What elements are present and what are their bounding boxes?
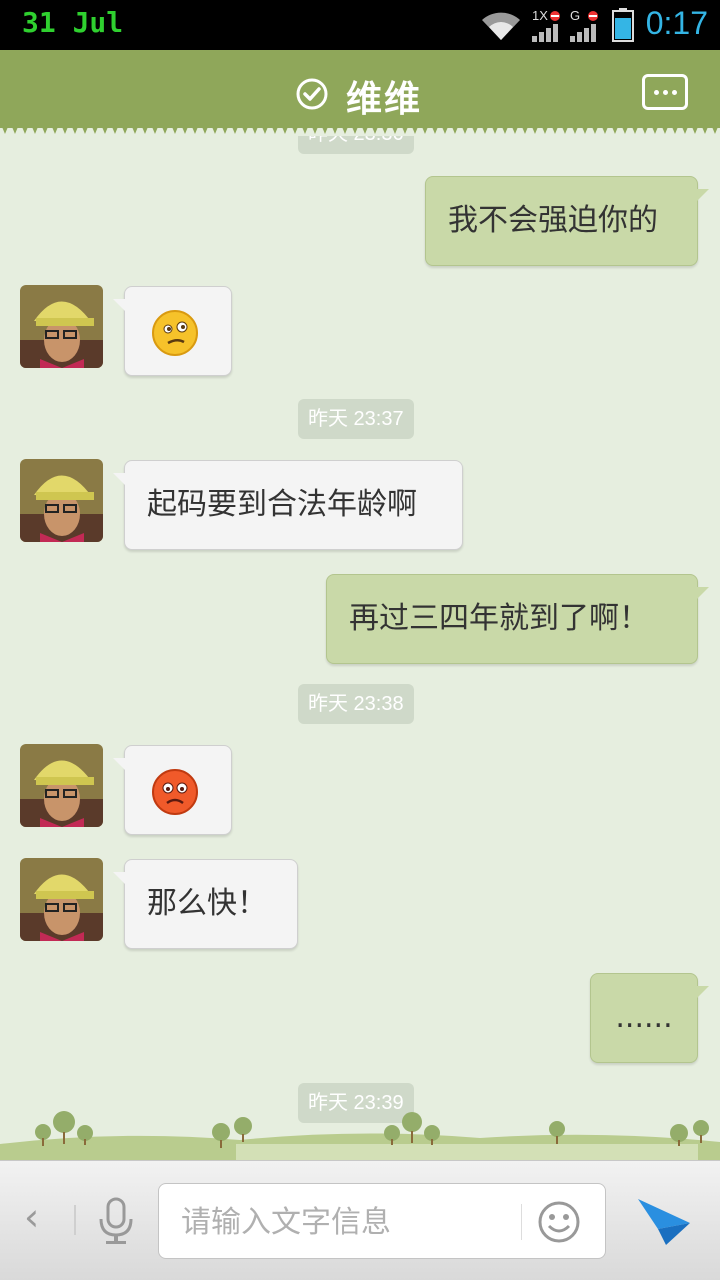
divider [521,1204,522,1240]
network-label-1x: 1X [532,8,548,23]
message-bubble-outgoing[interactable]: 我不会强迫你的 [425,176,709,266]
message-bubble-incoming[interactable] [113,286,232,376]
contact-avatar[interactable] [20,744,103,827]
wifi-icon [482,12,520,40]
signal-1x-icon [532,24,558,42]
divider [74,1205,76,1235]
header-zigzag-edge [0,122,720,134]
message-list[interactable]: 昨天 23:36 我不会强迫你的 昨天 23:37 起码要到合法年龄啊 再过三四… [0,136,720,1160]
contact-avatar[interactable] [20,459,103,542]
message-input-box[interactable] [158,1183,606,1259]
battery-icon [612,8,634,42]
back-chevron-icon[interactable]: ‹ [24,1195,39,1239]
message-bubble-outgoing[interactable]: ...... [590,973,709,1063]
upset-face-emoji [152,769,198,815]
timestamp: 昨天 23:36 [298,136,414,154]
message-bubble-incoming[interactable] [113,745,232,835]
more-options-button[interactable] [642,74,688,110]
contact-name: 维维 [346,79,423,120]
check-circle-icon [296,78,328,110]
timestamp: 昨天 23:38 [298,684,414,724]
signal-g-icon [570,24,596,42]
avatar-image [20,858,103,941]
send-icon[interactable] [636,1195,692,1247]
status-bar: 31 Jul 1X G 0:17 [0,0,720,50]
message-input[interactable] [181,1200,511,1244]
avatar-image [20,285,103,368]
microphone-icon[interactable] [96,1197,136,1247]
message-bubble-incoming[interactable]: 起码要到合法年龄啊 [113,460,463,550]
contact-avatar[interactable] [20,285,103,368]
status-icons: 1X G [480,8,640,42]
contact-avatar[interactable] [20,858,103,941]
status-date: 31 Jul [22,6,124,39]
avatar-image [20,744,103,827]
avatar-image [20,459,103,542]
input-bar: ‹ [0,1160,720,1280]
message-bubble-incoming[interactable]: 那么快！ [113,859,298,949]
network-label-g: G [570,8,581,23]
puzzled-face-emoji [152,310,198,356]
message-bubble-outgoing[interactable]: 再过三四年就到了啊！ [326,574,709,664]
landscape-decoration [0,1111,720,1160]
no-data-badge-icon [550,11,560,21]
timestamp: 昨天 23:37 [298,399,414,439]
no-data-badge-icon [588,11,598,21]
emoji-picker-icon[interactable] [537,1200,581,1244]
status-time: 0:17 [645,5,708,41]
